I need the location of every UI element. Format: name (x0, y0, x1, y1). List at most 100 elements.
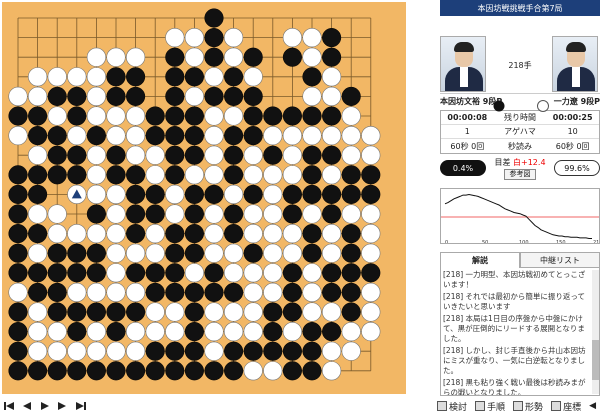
white-stone (47, 322, 67, 342)
white-stone (47, 224, 67, 244)
black-stone (47, 145, 67, 165)
black-stone (263, 145, 283, 165)
black-stone (126, 86, 146, 106)
black-stone (184, 204, 204, 224)
white-stone (8, 282, 28, 303)
white-time-left: 00:00:25 (552, 113, 593, 122)
white-stone (27, 243, 48, 263)
white-stone (341, 341, 361, 361)
go-board[interactable] (0, 0, 420, 396)
black-stone (184, 361, 204, 381)
bottom-toolbar: 検討 手順 形勢 座標 ◀ (0, 396, 600, 416)
white-stone (302, 86, 322, 106)
white-stone (243, 67, 263, 87)
keisei-button[interactable]: 形勢 (513, 400, 543, 413)
black-stone (224, 86, 244, 106)
commentary-box[interactable]: [218] 一力明型、本因坊戦初めてとっこざいます！ [218] それでは最初から… (440, 268, 600, 396)
white-stone (243, 204, 263, 224)
reference-button[interactable]: 参考図 (504, 168, 536, 180)
white-stone (243, 302, 263, 322)
black-stone (184, 67, 204, 87)
white-stone (322, 243, 342, 263)
comment-line: [218] それでは最初から簡単に振り返っていきたいと思います (443, 292, 585, 311)
white-stone (224, 27, 244, 48)
black-stone (145, 204, 165, 224)
commentary-scrollbar[interactable] (592, 270, 599, 394)
white-stone (165, 302, 185, 322)
black-stone (224, 341, 244, 361)
scrollbar-thumb[interactable] (592, 340, 599, 380)
graph-tick-label: 100 (519, 240, 529, 244)
white-stone (341, 322, 361, 342)
game-info-panel: 本因坊戦挑戦手合第7局 218手 本因坊文裕 9段P 一力遼 9段P 00:00… (440, 0, 600, 396)
white-stone (165, 27, 185, 48)
black-stone (243, 47, 263, 67)
white-stone (263, 165, 283, 185)
go-viewer: 検討 手順 形勢 座標 ◀ 本因坊戦挑戦手合第7局 218手 本因坊文裕 9段P… (0, 0, 600, 416)
black-stone (86, 204, 106, 224)
black-time-left: 00:00:08 (447, 113, 488, 122)
white-player-photo (552, 36, 598, 92)
last-move-button[interactable] (72, 398, 90, 414)
black-stone (165, 145, 185, 165)
black-stone (224, 282, 244, 302)
white-stone (145, 224, 165, 244)
white-stone (86, 47, 106, 67)
black-stone (243, 126, 263, 146)
white-stone (341, 145, 361, 165)
white-stone (263, 263, 283, 283)
white-stone (282, 322, 303, 342)
prev-move-button[interactable] (18, 398, 36, 414)
byoyomi-label: 秒読み (507, 141, 532, 151)
black-stone (165, 282, 185, 302)
white-stone-icon (537, 100, 549, 112)
white-stone (86, 67, 106, 87)
black-stone (165, 47, 185, 67)
white-stone (27, 67, 48, 87)
white-stone (243, 322, 263, 342)
black-stone (8, 322, 28, 342)
sound-button[interactable]: ◀ (589, 401, 596, 411)
black-stone (224, 145, 244, 165)
white-stone (27, 341, 48, 361)
white-stone (67, 341, 87, 361)
black-stone (184, 243, 204, 263)
black-stone (341, 86, 361, 106)
black-stone (282, 361, 302, 381)
tejun-button[interactable]: 手順 (475, 400, 505, 413)
black-stone (8, 361, 28, 381)
black-stone (145, 184, 165, 204)
white-stone (322, 126, 342, 146)
white-stone (126, 126, 146, 146)
white-stone (126, 282, 146, 303)
white-captures: 10 (567, 127, 578, 136)
black-stone (282, 184, 302, 204)
move-number: 218手 (508, 61, 532, 70)
black-stone (302, 165, 322, 185)
white-stone (204, 145, 224, 165)
white-stone (263, 224, 283, 244)
black-stone (302, 145, 322, 165)
comment-line: [218] 一力明型、本因坊戦初めてとっこざいます！ (443, 270, 586, 289)
black-winrate: 0.4% (440, 160, 486, 176)
white-stone (224, 243, 244, 263)
black-stone (322, 282, 342, 302)
black-stone (47, 263, 67, 283)
black-stone (224, 204, 244, 224)
next-move-button[interactable] (54, 398, 72, 414)
play-button[interactable] (36, 398, 54, 414)
white-stone (106, 263, 126, 283)
tab-commentary[interactable]: 解説 (440, 252, 520, 268)
tab-relay-list[interactable]: 中継リスト (520, 252, 600, 268)
white-stone (361, 204, 381, 224)
black-stone (322, 263, 342, 283)
white-stone (361, 243, 381, 263)
white-stone (204, 302, 224, 322)
white-stone (263, 184, 283, 204)
winrate-row: 0.4% 目差 白+12.4 参考図 99.6% (440, 158, 600, 180)
zahyo-button[interactable]: 座標 (551, 400, 581, 413)
white-stone (282, 243, 303, 263)
black-stone (184, 302, 204, 322)
first-move-button[interactable] (0, 398, 18, 414)
kento-button[interactable]: 検討 (437, 400, 467, 413)
